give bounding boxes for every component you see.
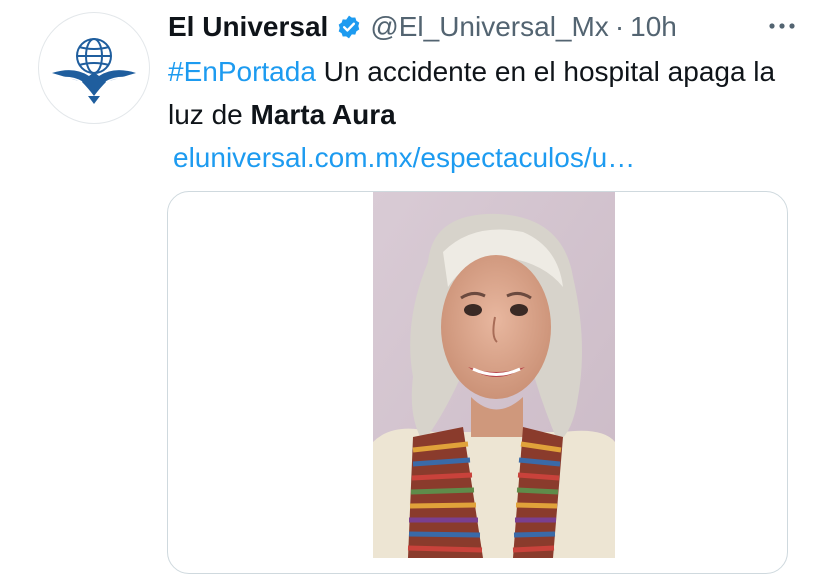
more-options-button[interactable] xyxy=(766,10,798,42)
more-horizontal-icon xyxy=(769,23,795,29)
tweet-text-bold-name: Marta Aura xyxy=(250,99,396,130)
article-link[interactable]: eluniversal.com.mx/espectaculos/u… xyxy=(173,136,635,179)
tweet-photo[interactable] xyxy=(373,192,615,558)
timestamp[interactable]: 10h xyxy=(630,11,677,43)
hashtag-link[interactable]: #EnPortada xyxy=(168,56,316,87)
tweet-header: El Universal @El_Universal_Mx · 10h xyxy=(168,6,677,48)
tweet[interactable]: El Universal @El_Universal_Mx · 10h #EnP… xyxy=(0,0,828,581)
user-handle[interactable]: @El_Universal_Mx xyxy=(370,11,609,43)
verified-badge-icon xyxy=(336,14,362,40)
separator-dot: · xyxy=(614,11,625,42)
eagle-globe-logo-icon xyxy=(52,38,136,104)
portrait-image xyxy=(373,192,615,558)
tweet-text: #EnPortada Un accidente en el hospital a… xyxy=(168,50,788,136)
avatar[interactable] xyxy=(38,12,150,124)
display-name[interactable]: El Universal xyxy=(168,11,328,43)
media-card[interactable] xyxy=(167,191,788,574)
